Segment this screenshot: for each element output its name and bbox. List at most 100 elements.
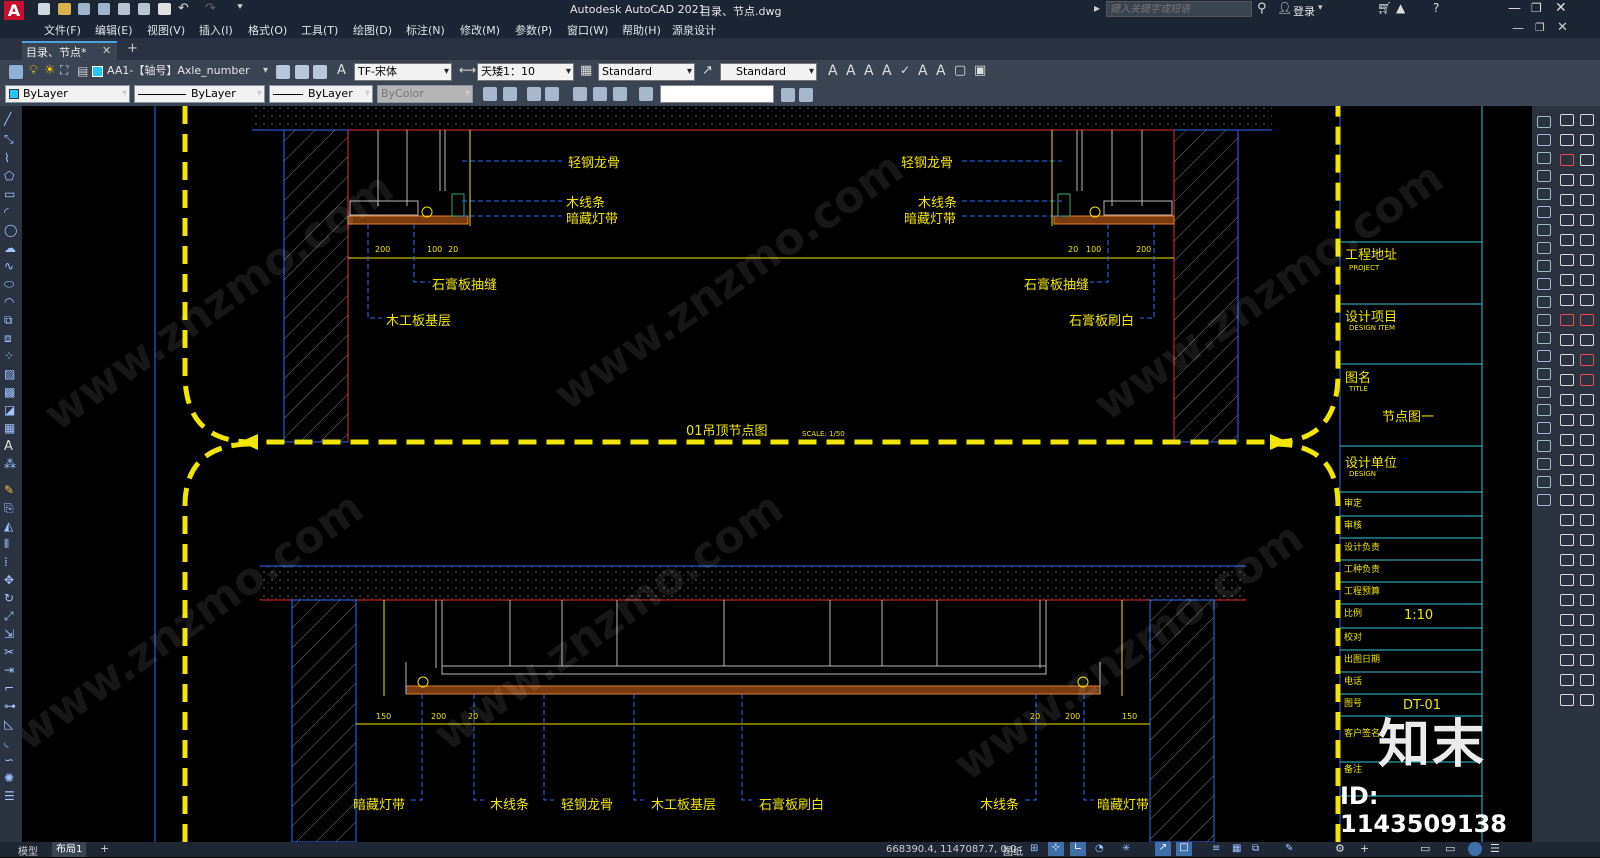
quick-select-icon[interactable] [639,87,653,101]
insert-block-icon[interactable]: ⧉ [4,313,13,328]
new-icon[interactable] [38,3,50,15]
ellipse-arc-icon[interactable]: ◠ [4,295,14,309]
dim-override-icon[interactable] [1537,494,1551,506]
yq-tool-2-icon[interactable] [1580,114,1594,126]
chamfer-icon[interactable]: ◺ [4,717,13,731]
break-icon[interactable]: ⌐ [4,681,14,695]
layer-plot-icon[interactable]: ▤ [77,64,88,78]
view-icon[interactable] [527,87,541,101]
mtext-icon[interactable]: A [828,63,838,79]
menu-edit[interactable]: 编辑(E) [95,22,133,38]
clean-screen-icon[interactable] [1468,842,1482,856]
spline-icon[interactable]: ∿ [4,259,14,273]
color-dropdown[interactable]: ByLayer [5,85,130,103]
yq-tool-59-icon[interactable] [1560,694,1574,706]
yq-tool-50-icon[interactable] [1580,594,1594,606]
isodraft-icon[interactable]: ✳ [1122,843,1130,854]
isolate-icon[interactable]: ▭ [1420,842,1430,855]
menu-window[interactable]: 窗口(W) [567,22,608,38]
yq-tool-49-icon[interactable] [1560,594,1574,606]
plot-icon[interactable] [483,87,497,101]
explode-icon[interactable]: ✺ [4,771,14,785]
selection-cycling-icon[interactable]: ⧉ [1252,843,1259,854]
yq-tool-55-icon[interactable] [1560,654,1574,666]
menu-view[interactable]: 视图(V) [147,22,185,38]
yq-tool-39-icon[interactable] [1560,494,1574,506]
lineweight-toggle-icon[interactable]: ≡ [1212,843,1220,854]
menu-file[interactable]: 文件(F) [44,22,81,38]
menu-help[interactable]: 帮助(H) [622,22,661,38]
yq-tool-23-icon[interactable] [1560,334,1574,346]
yq-tool-25-icon[interactable] [1560,354,1574,366]
find-icon[interactable] [781,88,795,102]
scale-icon[interactable]: ⤢ [4,609,14,624]
polar-icon[interactable]: ◔ [1095,843,1104,854]
yq-tool-27-icon[interactable] [1560,374,1574,386]
yq-tool-30-icon[interactable] [1580,394,1594,406]
snap-icon[interactable]: ⊹ [1048,842,1064,856]
settings-icon[interactable] [799,88,813,102]
dim-style-icon[interactable]: ⟷ [459,63,476,77]
layout-icon[interactable] [503,87,517,101]
yq-tool-54-icon[interactable] [1580,634,1594,646]
customize-status-icon[interactable]: ☰ [1490,842,1500,855]
close-tab-icon[interactable]: ✕ [102,44,111,57]
yq-tool-56-icon[interactable] [1580,654,1594,666]
text-style-dropdown[interactable]: TF-宋体 [354,63,452,81]
yq-tool-45-icon[interactable] [1560,554,1574,566]
edit-text-icon[interactable]: A [864,63,874,79]
center-mark-icon[interactable] [1537,368,1551,380]
login-link[interactable]: 登录 [1293,3,1315,19]
menu-dimension[interactable]: 标注(N) [406,22,445,38]
yq-tool-14-icon[interactable] [1580,234,1594,246]
publish-icon[interactable] [118,3,130,15]
yq-tool-22-icon[interactable] [1580,314,1594,326]
circle-icon[interactable]: ◯ [4,223,17,237]
dim-diameter-icon[interactable] [1537,224,1551,236]
array-icon[interactable]: ⁞ [4,555,8,569]
hardware-accel-icon[interactable]: ▭ [1445,842,1455,855]
yq-tool-44-icon[interactable] [1580,534,1594,546]
polyline-icon[interactable]: ⌇ [4,151,10,165]
open-icon[interactable] [58,3,71,15]
mleader-style-icon[interactable]: ↗ [702,63,713,78]
layer-properties-icon[interactable] [9,65,23,79]
customize-qat-icon[interactable]: ⯆ [236,2,244,13]
select-group-icon[interactable] [613,87,627,101]
yq-tool-20-icon[interactable] [1580,294,1594,306]
mtext-tool-icon[interactable]: A [4,439,13,454]
ungroup-icon[interactable] [593,87,607,101]
dim-space-icon[interactable] [1537,314,1551,326]
redo-icon[interactable]: ↷ [205,1,216,16]
fillet-icon[interactable]: ◟ [4,735,9,749]
drawing-canvas[interactable]: 轻钢龙骨 木线条 暗藏灯带 石膏板抽缝 木工板基层 轻钢龙骨 木线条 暗藏灯带 … [22,106,1532,842]
dim-style-tool-icon[interactable] [1537,476,1551,488]
dim-text-edit-icon[interactable] [1537,440,1551,452]
layer-previous-icon[interactable] [313,65,327,79]
yq-tool-37-icon[interactable] [1560,474,1574,486]
menu-tools[interactable]: 工具(T) [301,22,338,38]
dim-ordinate-icon[interactable] [1537,170,1551,182]
add-workspace-icon[interactable]: + [1360,842,1369,855]
revcloud-icon[interactable]: ☁ [4,241,16,255]
offset-icon[interactable]: ⫴ [4,537,9,552]
spell-check-icon[interactable]: ✓ [900,63,910,77]
yq-tool-52-icon[interactable] [1580,614,1594,626]
yq-tool-19-icon[interactable] [1560,294,1574,306]
trim-icon[interactable]: ✂ [4,645,14,659]
yq-tool-5-icon[interactable] [1560,154,1574,166]
search-input[interactable] [1106,1,1252,17]
undo-icon[interactable]: ↶ [178,1,189,16]
login-dropdown-icon[interactable]: ▾ [1318,3,1323,13]
doc-restore-button[interactable]: ❐ [1535,21,1545,34]
autocad-logo-icon[interactable]: A [4,1,24,20]
line-tool-icon[interactable]: ╱ [4,112,11,126]
yq-tool-46-icon[interactable] [1580,554,1594,566]
table-style-icon[interactable]: ▦ [580,63,592,78]
layer-sun-icon[interactable]: ☀ [44,63,56,78]
move-icon[interactable]: ✥ [4,573,14,587]
yq-tool-12-icon[interactable] [1580,214,1594,226]
jogged-linear-icon[interactable] [1537,404,1551,416]
close-button[interactable]: ✕ [1555,0,1567,16]
yq-tool-29-icon[interactable] [1560,394,1574,406]
